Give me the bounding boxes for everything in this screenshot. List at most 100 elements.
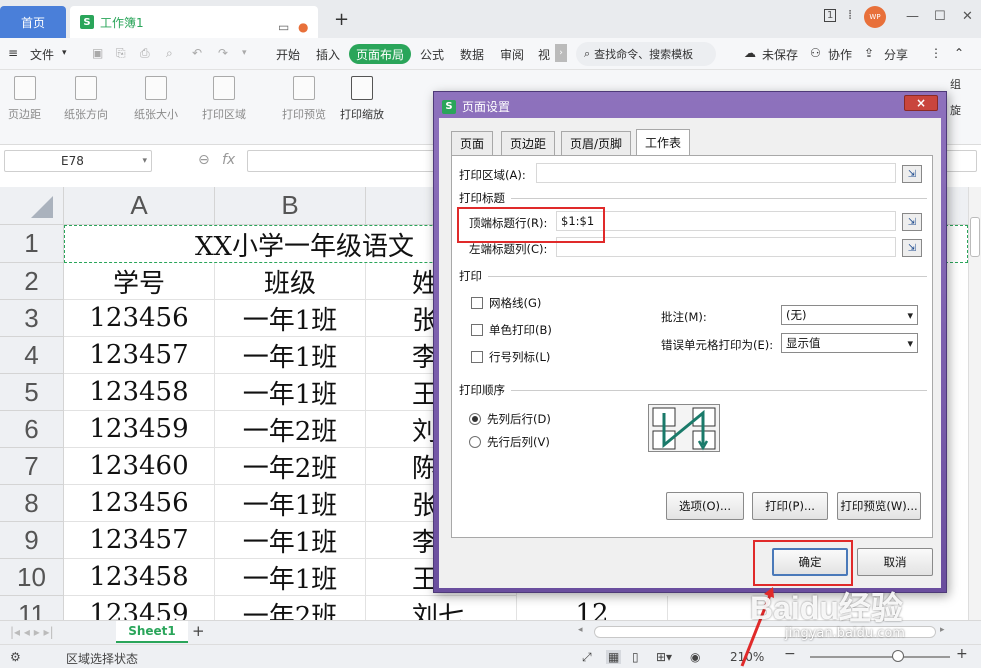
export-icon[interactable]: ⎘	[116, 46, 126, 61]
zoom-out-icon[interactable]: −	[784, 646, 796, 662]
add-sheet-icon[interactable]: +	[192, 622, 205, 640]
menu-view[interactable]: 视	[538, 46, 550, 63]
errors-select[interactable]: 显示值	[781, 333, 918, 353]
new-tab-button[interactable]: +	[334, 9, 349, 30]
sheet-nav-icon[interactable]: |◂ ◂ ▸ ▸|	[10, 625, 54, 639]
row-header-5[interactable]: 5	[0, 374, 64, 411]
margins-button[interactable]: 页边距	[8, 76, 41, 122]
undo-icon[interactable]: ↶	[192, 46, 202, 60]
redo-icon[interactable]: ↷	[218, 46, 228, 60]
row-col-headings-checkbox[interactable]: 行号列标(L)	[471, 349, 550, 365]
table-cell[interactable]: 一年1班	[215, 300, 366, 337]
table-cell[interactable]: 123458	[64, 374, 215, 411]
table-cell[interactable]: 123460	[64, 448, 215, 485]
collapse-ribbon-icon[interactable]: ⌃	[954, 46, 964, 60]
scroll-right-icon[interactable]: ▸	[940, 625, 945, 635]
cloud-icon[interactable]: ☁	[744, 46, 756, 60]
range-picker-icon[interactable]: ⇲	[902, 213, 922, 231]
tab-page[interactable]: 页面	[451, 131, 494, 155]
table-cell[interactable]: 一年1班	[215, 522, 366, 559]
menu-file[interactable]: 文件	[30, 46, 54, 63]
zoom-slider-track[interactable]	[810, 656, 950, 658]
table-cell[interactable]: 一年1班	[215, 485, 366, 522]
file-dropdown-icon[interactable]: ▾	[62, 48, 67, 58]
print-scale-button[interactable]: 打印缩放	[340, 76, 384, 122]
mono-print-checkbox[interactable]: 单色打印(B)	[471, 322, 552, 338]
maximize-icon[interactable]: ☐	[934, 9, 946, 24]
zoom-in-icon[interactable]: +	[956, 646, 968, 662]
row-header-10[interactable]: 10	[0, 559, 64, 596]
menu-insert[interactable]: 插入	[316, 46, 340, 63]
table-cell[interactable]: 一年2班	[215, 596, 366, 620]
collab-button[interactable]: 协作	[828, 46, 852, 63]
options-button[interactable]: 选项(O)...	[666, 492, 744, 520]
table-cell[interactable]: 刘七	[366, 596, 517, 620]
column-header-b[interactable]: B	[215, 187, 366, 225]
macro-icon[interactable]: ⚙	[10, 650, 21, 664]
order-down-then-over-radio[interactable]: 先列后行(D)	[469, 411, 551, 427]
eye-protection-icon[interactable]: ◉	[690, 650, 700, 664]
title-cols-input[interactable]	[556, 237, 896, 257]
table-cell[interactable]: 123457	[64, 337, 215, 374]
row-header-6[interactable]: 6	[0, 411, 64, 448]
command-search[interactable]: ⌕ 查找命令、搜索模板	[576, 42, 716, 66]
title-rows-input[interactable]: $1:$1	[556, 211, 896, 231]
sheet-tab-sheet1[interactable]: Sheet1	[116, 621, 188, 643]
table-cell[interactable]: 123458	[64, 559, 215, 596]
table-cell[interactable]: 123459	[64, 596, 215, 620]
menu-page-layout[interactable]: 页面布局	[349, 44, 411, 64]
tab-header-footer[interactable]: 页眉/页脚	[561, 131, 632, 155]
menu-more-icon[interactable]: ›	[555, 44, 567, 62]
comments-select[interactable]: (无)	[781, 305, 918, 325]
collab-icon[interactable]: ⚇	[810, 46, 821, 60]
row-header-2[interactable]: 2	[0, 263, 64, 300]
range-picker-icon[interactable]: ⇲	[902, 239, 922, 257]
ribbon-right-group[interactable]: 组旋	[950, 76, 961, 118]
select-all-corner[interactable]	[0, 187, 64, 225]
quick-access-dropdown-icon[interactable]: ▾	[242, 48, 247, 58]
paper-size-button[interactable]: 纸张大小	[134, 76, 178, 122]
print-button[interactable]: 打印(P)...	[752, 492, 828, 520]
print-preview-button[interactable]: 打印预览	[282, 76, 326, 122]
row-header-4[interactable]: 4	[0, 337, 64, 374]
row-header-8[interactable]: 8	[0, 485, 64, 522]
row-header-7[interactable]: 7	[0, 448, 64, 485]
tab-home[interactable]: 首页	[0, 6, 66, 38]
monitor-icon[interactable]: ▭	[278, 20, 289, 34]
table-cell[interactable]: 123456	[64, 300, 215, 337]
gridlines-checkbox[interactable]: 网格线(G)	[471, 295, 541, 311]
zoom-lookup-icon[interactable]: ⊖	[198, 152, 210, 168]
table-cell[interactable]: 一年2班	[215, 448, 366, 485]
avatar[interactable]: WP	[864, 6, 886, 28]
cancel-button[interactable]: 取消	[857, 548, 933, 576]
table-cell[interactable]: 一年2班	[215, 411, 366, 448]
print-icon[interactable]: ⎙	[140, 46, 150, 61]
range-picker-icon[interactable]: ⇲	[902, 165, 922, 183]
zoom-slider-handle[interactable]	[892, 650, 904, 662]
more-icon[interactable]: ⋮	[930, 46, 942, 60]
page-break-view-icon[interactable]: ⊞▾	[656, 650, 672, 664]
tab-document[interactable]: S 工作簿1 ▭ ●	[70, 6, 318, 38]
table-cell[interactable]: 123456	[64, 485, 215, 522]
name-box[interactable]: E78	[4, 150, 152, 172]
vertical-scrollbar[interactable]	[968, 187, 981, 620]
row-header-1[interactable]: 1	[0, 225, 64, 263]
table-cell[interactable]: 一年1班	[215, 559, 366, 596]
print-preview-button[interactable]: 打印预览(W)...	[837, 492, 921, 520]
close-window-icon[interactable]: ✕	[962, 9, 973, 24]
column-header-a[interactable]: A	[64, 187, 215, 225]
table-cell[interactable]: 12	[517, 596, 668, 620]
dialog-title-bar[interactable]: S 页面设置	[442, 98, 510, 115]
fullscreen-icon[interactable]: ⤢	[582, 650, 592, 665]
menu-review[interactable]: 审阅	[500, 46, 524, 63]
tab-sheet[interactable]: 工作表	[636, 129, 691, 155]
unsaved-status[interactable]: 未保存	[762, 46, 798, 63]
order-over-then-down-radio[interactable]: 先行后列(V)	[469, 434, 550, 450]
table-cell[interactable]: 123459	[64, 411, 215, 448]
scroll-left-icon[interactable]: ◂	[578, 625, 583, 635]
table-cell[interactable]: 一年1班	[215, 337, 366, 374]
preview-icon[interactable]: ⌕	[166, 46, 173, 61]
window-count-badge[interactable]: 1	[824, 9, 837, 22]
fx-icon[interactable]: fx	[222, 152, 235, 168]
row-header-11[interactable]: 11	[0, 596, 64, 620]
